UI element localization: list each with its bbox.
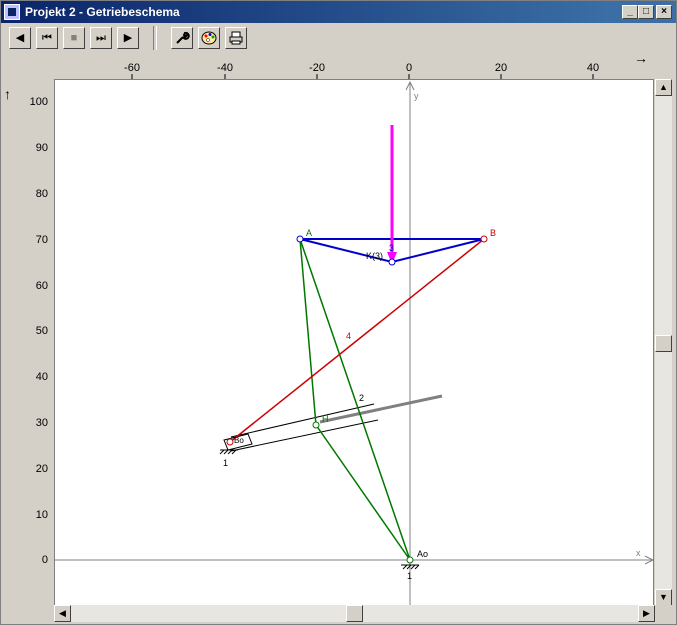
minimize-button[interactable]: _	[622, 5, 638, 19]
y-axis-arrow: ↑	[4, 86, 11, 102]
label-B: B	[490, 228, 496, 238]
y-tick-label: 70	[36, 234, 48, 246]
toolbar: ◀ ⏮ ■ ⏭ ▶	[3, 25, 674, 53]
joint-Ao[interactable]	[406, 556, 414, 564]
x-tick-label: 0	[406, 62, 412, 74]
close-button[interactable]: ×	[656, 5, 672, 19]
ground-support-Bo	[219, 449, 238, 455]
slider-rail-lower	[230, 419, 379, 452]
x-tick-label: 20	[495, 62, 507, 74]
label-Ao: Ao	[417, 549, 428, 559]
main-window: Projekt 2 - Getriebeschema _ □ × ◀ ⏮ ■ ⏭…	[0, 0, 677, 625]
x-tick-label: 40	[587, 62, 599, 74]
palette-icon	[201, 31, 217, 45]
vertical-scrollbar[interactable]: ▲ ▼	[655, 79, 672, 606]
x-tick-label: -40	[217, 62, 233, 74]
link-A-H	[299, 238, 317, 426]
y-tick-label: 90	[36, 142, 48, 154]
scroll-right-button[interactable]: ▶	[638, 605, 655, 622]
label-link-4: 4	[346, 331, 351, 341]
label-K3: K(3)	[366, 251, 383, 261]
drawing-canvas[interactable]: y x A B H Ao Bo K(3) 3 4 2 1 1	[54, 79, 655, 606]
wrench-icon	[176, 31, 190, 44]
label-H: H	[322, 414, 329, 424]
link-A-Ao	[299, 238, 411, 561]
scroll-down-button[interactable]: ▼	[655, 589, 672, 606]
joint-B[interactable]	[480, 235, 488, 243]
label-ground-Bo: 1	[223, 458, 228, 468]
label-link-2: 2	[359, 393, 364, 403]
joint-H[interactable]	[312, 421, 320, 429]
y-tick-label: 80	[36, 188, 48, 200]
joint-Bo[interactable]	[226, 438, 234, 446]
x-axis-label: x	[636, 548, 641, 558]
window-title: Projekt 2 - Getriebeschema	[25, 5, 180, 19]
link-4	[229, 238, 485, 443]
joint-A[interactable]	[296, 235, 304, 243]
y-tick-label: 20	[36, 463, 48, 475]
scrollbar-corner	[655, 605, 672, 622]
app-icon[interactable]	[4, 4, 20, 20]
label-ground-Ao: 1	[407, 571, 412, 581]
settings-wrench-button[interactable]	[171, 27, 193, 49]
y-tick-label: 0	[42, 554, 48, 566]
mechanism-drawing: y x A B H Ao Bo K(3) 3 4 2 1 1	[55, 80, 655, 605]
x-tick-label: -20	[309, 62, 325, 74]
vertical-scroll-thumb[interactable]	[655, 335, 672, 352]
y-axis-label: y	[414, 91, 419, 101]
printer-icon	[229, 31, 243, 45]
scroll-left-button[interactable]: ◀	[54, 605, 71, 622]
y-tick-label: 30	[36, 417, 48, 429]
print-button[interactable]	[225, 27, 247, 49]
label-link-3: 3	[389, 243, 394, 253]
y-tick-label: 10	[36, 509, 48, 521]
last-frame-button[interactable]: ⏭	[90, 27, 112, 49]
y-tick-label: 100	[30, 96, 48, 108]
toolbar-separator	[153, 26, 157, 50]
x-tick-label: -60	[124, 62, 140, 74]
color-palette-button[interactable]	[198, 27, 220, 49]
link-H-Ao	[315, 424, 411, 561]
horizontal-scroll-thumb[interactable]	[346, 605, 363, 622]
scroll-up-button[interactable]: ▲	[655, 79, 672, 96]
play-button[interactable]: ▶	[117, 27, 139, 49]
y-tick-label: 40	[36, 371, 48, 383]
label-A: A	[306, 228, 312, 238]
y-tick-label: 50	[36, 325, 48, 337]
x-axis-arrow: →	[634, 54, 648, 66]
y-tick-label: 60	[36, 280, 48, 292]
slider-guide	[319, 394, 443, 424]
first-frame-button[interactable]: ⏮	[36, 27, 58, 49]
slider-rail-upper	[230, 403, 375, 438]
stop-button[interactable]: ■	[63, 27, 85, 49]
title-bar: Projekt 2 - Getriebeschema _ □ ×	[1, 1, 676, 23]
joint-K3[interactable]	[388, 258, 396, 266]
prev-frame-button[interactable]: ◀	[9, 27, 31, 49]
maximize-button[interactable]: □	[638, 5, 654, 19]
label-Bo: Bo	[234, 436, 244, 445]
horizontal-scrollbar[interactable]: ◀ ▶	[54, 605, 655, 622]
